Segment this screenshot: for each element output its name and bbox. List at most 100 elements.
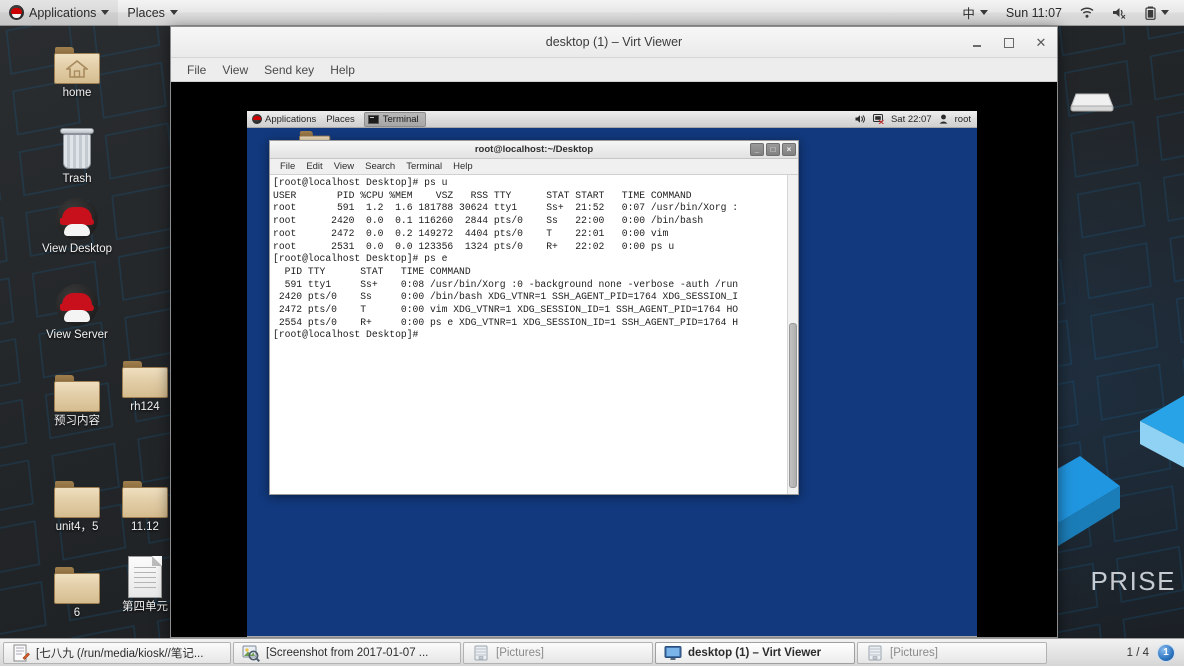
taskbar-button-pictures-2[interactable]: [Pictures]	[857, 641, 1047, 664]
terminal-scrollbar[interactable]	[787, 175, 798, 494]
chevron-down-icon	[1161, 10, 1169, 15]
wifi-icon	[1080, 7, 1094, 18]
places-menu-label: Places	[127, 5, 165, 20]
archive-icon	[474, 645, 488, 660]
virt-viewer-viewport[interactable]: Applications Places Terminal Sat 22:07 r…	[171, 82, 1057, 637]
volume-indicator[interactable]	[1103, 0, 1136, 26]
desktop-icon-home[interactable]: home	[34, 36, 120, 100]
image-viewer-icon	[242, 645, 260, 662]
network-offline-icon[interactable]	[872, 114, 884, 124]
menu-help[interactable]: Help	[322, 61, 363, 79]
guest-places-menu[interactable]: Places	[321, 111, 360, 128]
host-taskbar: [七八九 (/run/media/kiosk//笔记... [Screensho…	[0, 638, 1184, 666]
desktop-icon-label: View Desktop	[41, 243, 113, 255]
desktop-icon-label: 预习内容	[54, 415, 100, 427]
host-workspace-label: 1 / 4	[1126, 646, 1149, 659]
desktop-icon-label: View Server	[46, 329, 108, 341]
chevron-down-icon	[979, 10, 988, 15]
redhat-logo-icon	[252, 114, 262, 124]
wallpaper-brand-text: PRISE	[1090, 566, 1176, 596]
chevron-down-icon	[169, 10, 178, 15]
guest-terminal-menubar: File Edit View Search Terminal Help	[270, 159, 798, 175]
host-panel-status-area: 中 Sun 11:07	[953, 0, 1184, 26]
screen: PRISE Applications Places 中 Sun 11:07 ho…	[0, 0, 1184, 666]
home-emblem-icon	[66, 60, 88, 78]
battery-indicator[interactable]	[1136, 0, 1178, 26]
virt-viewer-menubar: File View Send key Help	[171, 58, 1057, 82]
redhat-icon	[34, 278, 120, 326]
guest-terminal-title: root@localhost:~/Desktop	[474, 144, 594, 155]
terminal-menu-edit[interactable]: Edit	[301, 160, 327, 173]
user-icon	[939, 114, 948, 124]
minimize-button[interactable]	[969, 35, 985, 51]
host-workspace-badge[interactable]: 1	[1157, 643, 1175, 662]
volume-muted-icon	[1113, 8, 1126, 19]
maximize-button[interactable]	[1001, 35, 1017, 51]
desktop-icon-view-desktop[interactable]: View Desktop	[34, 192, 120, 256]
terminal-menu-search[interactable]: Search	[360, 160, 400, 173]
guest-terminal-titlebar[interactable]: root@localhost:~/Desktop _ □ ×	[270, 141, 798, 159]
monitor-icon	[664, 645, 682, 660]
guest-applications-menu[interactable]: Applications	[247, 111, 321, 128]
terminal-menu-help[interactable]: Help	[448, 160, 478, 173]
volume-icon[interactable]	[855, 114, 866, 124]
terminal-scrollbar-thumb[interactable]	[789, 323, 797, 488]
guest-panel-status-area: Sat 22:07 root	[855, 114, 977, 125]
minimize-button[interactable]: _	[750, 143, 764, 156]
desktop-icon-trash[interactable]: Trash	[34, 122, 120, 186]
terminal-menu-file[interactable]: File	[275, 160, 300, 173]
virt-viewer-titlebar[interactable]: desktop (1) – Virt Viewer ✕	[171, 27, 1057, 58]
wifi-indicator[interactable]	[1071, 0, 1103, 26]
archive-icon	[868, 645, 882, 660]
guest-user-label[interactable]: root	[955, 114, 971, 125]
desktop-icon-view-server[interactable]: View Server	[34, 278, 120, 342]
input-method-indicator[interactable]: 中	[953, 0, 997, 26]
guest-terminal-window[interactable]: root@localhost:~/Desktop _ □ × File Edit…	[269, 140, 799, 495]
redhat-icon	[34, 192, 120, 240]
wallpaper-shape-block	[1140, 395, 1184, 468]
guest-top-panel: Applications Places Terminal Sat 22:07 r…	[247, 111, 977, 128]
virt-viewer-title: desktop (1) – Virt Viewer	[545, 35, 683, 49]
maximize-button[interactable]: □	[766, 143, 780, 156]
folder-home-icon	[34, 36, 120, 84]
menu-file[interactable]: File	[179, 61, 214, 79]
places-menu[interactable]: Places	[118, 0, 187, 26]
notes-app-icon	[13, 644, 30, 661]
terminal-menu-terminal[interactable]: Terminal	[401, 160, 447, 173]
guest-clock-label[interactable]: Sat 22:07	[891, 114, 932, 125]
applications-menu[interactable]: Applications	[0, 0, 119, 26]
guest-window-list-label: Terminal	[382, 113, 419, 125]
taskbar-button-pictures-1[interactable]: [Pictures]	[463, 641, 653, 664]
redhat-logo-icon	[9, 5, 24, 20]
guest-terminal-body[interactable]: [root@localhost Desktop]# ps u USER PID …	[270, 175, 798, 494]
clock[interactable]: Sun 11:07	[997, 0, 1071, 26]
taskbar-button-notes[interactable]: [七八九 (/run/media/kiosk//笔记...	[3, 641, 231, 664]
guest-window-list-terminal[interactable]: Terminal	[363, 111, 426, 127]
desktop-icon-label: Trash	[62, 173, 92, 185]
trash-icon	[34, 122, 120, 170]
guest-places-label: Places	[326, 113, 355, 125]
host-workspace-switcher[interactable]: 1 / 4 1	[1126, 643, 1181, 662]
battery-icon	[1145, 6, 1156, 20]
terminal-icon	[367, 114, 379, 124]
guest-applications-label: Applications	[265, 113, 317, 125]
virt-viewer-window[interactable]: desktop (1) – Virt Viewer ✕ File View Se…	[170, 26, 1058, 638]
close-button[interactable]: ✕	[1033, 35, 1049, 51]
desktop-icon-label: home	[62, 87, 92, 99]
clock-label: Sun 11:07	[1005, 5, 1062, 20]
drive-icon[interactable]	[1069, 91, 1115, 113]
input-method-label: 中	[962, 7, 975, 21]
guest-desktop[interactable]: Applications Places Terminal Sat 22:07 r…	[247, 111, 977, 637]
menu-send-key[interactable]: Send key	[256, 61, 322, 79]
taskbar-button-screenshot[interactable]: [Screenshot from 2017-01-07 ...	[233, 641, 461, 664]
taskbar-button-virt-viewer[interactable]: desktop (1) – Virt Viewer	[655, 641, 855, 664]
taskbar-button-label: [Screenshot from 2017-01-07 ...	[266, 646, 429, 659]
applications-menu-label: Applications	[29, 5, 97, 20]
menu-view[interactable]: View	[214, 61, 256, 79]
taskbar-button-label: [七八九 (/run/media/kiosk//笔记...	[36, 647, 204, 660]
taskbar-button-label: desktop (1) – Virt Viewer	[688, 646, 822, 659]
host-top-panel: Applications Places 中 Sun 11:07	[0, 0, 1184, 26]
guest-bottom-panel: root@localhost:~/Desktop 1 / 4 1	[247, 636, 977, 637]
close-button[interactable]: ×	[782, 143, 796, 156]
terminal-menu-view[interactable]: View	[329, 160, 359, 173]
